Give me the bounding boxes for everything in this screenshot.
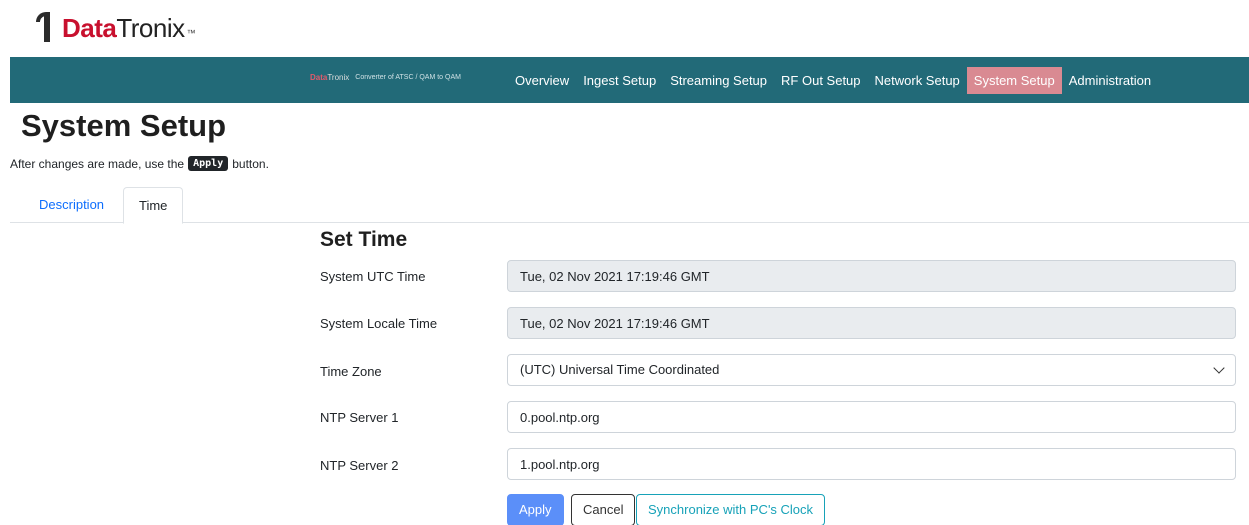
locale-time-label: System Locale Time [320,316,438,331]
hint-apply-code: Apply [188,156,229,171]
nav-links: Overview Ingest Setup Streaming Setup RF… [508,67,1158,94]
utc-time-field[interactable] [507,260,1236,292]
ntp-server-2-label: NTP Server 2 [320,458,399,473]
nav-link-network-setup[interactable]: Network Setup [868,67,967,94]
main-navbar: DataTronix Converter of ATSC / QAM to QA… [10,57,1249,103]
ntp-server-2-input[interactable] [507,448,1236,480]
datatronix-logo: DataTronix ™ [36,8,196,42]
cancel-button[interactable]: Cancel [571,494,636,525]
time-zone-label: Time Zone [320,364,382,379]
ntp-server-1-input[interactable] [507,401,1236,433]
navbar-brand-logo: DataTronix [310,73,350,82]
time-zone-select[interactable]: (UTC) Universal Time Coordinated [507,354,1236,386]
logo-text-tronix: Tronix [116,13,185,43]
logo-trademark: ™ [186,28,196,38]
apply-button[interactable]: Apply [507,494,564,525]
section-title: Set Time [320,228,408,251]
page-title: System Setup [21,108,227,143]
navbar-brand[interactable]: DataTronix Converter of ATSC / QAM to QA… [310,73,461,82]
apply-hint: After changes are made, use the Apply bu… [10,156,269,171]
hint-text-before: After changes are made, use the [10,156,185,171]
chevron-down-icon [1213,362,1225,374]
navbar-brand-subtitle: Converter of ATSC / QAM to QAM [355,74,461,81]
tab-time[interactable]: Time [123,187,184,224]
tab-description[interactable]: Description [24,187,119,223]
ntp-server-1-label: NTP Server 1 [320,410,399,425]
logo-text: DataTronix [62,14,185,42]
hint-text-after: button. [232,156,269,171]
time-zone-selected-value: (UTC) Universal Time Coordinated [520,362,720,377]
sync-pc-clock-button[interactable]: Synchronize with PC's Clock [636,494,826,525]
nav-link-streaming-setup[interactable]: Streaming Setup [663,67,774,94]
nav-link-ingest-setup[interactable]: Ingest Setup [576,67,663,94]
nav-link-overview[interactable]: Overview [508,67,576,94]
logo-text-data: Data [62,13,117,43]
setup-tabs: Description Time [10,187,1249,224]
nav-link-rf-out-setup[interactable]: RF Out Setup [774,67,867,94]
locale-time-field[interactable] [507,307,1236,339]
nav-link-administration[interactable]: Administration [1062,67,1158,94]
nav-link-system-setup[interactable]: System Setup [966,67,1062,94]
utc-time-label: System UTC Time [320,269,426,284]
datatronix-logo-icon [36,12,62,42]
